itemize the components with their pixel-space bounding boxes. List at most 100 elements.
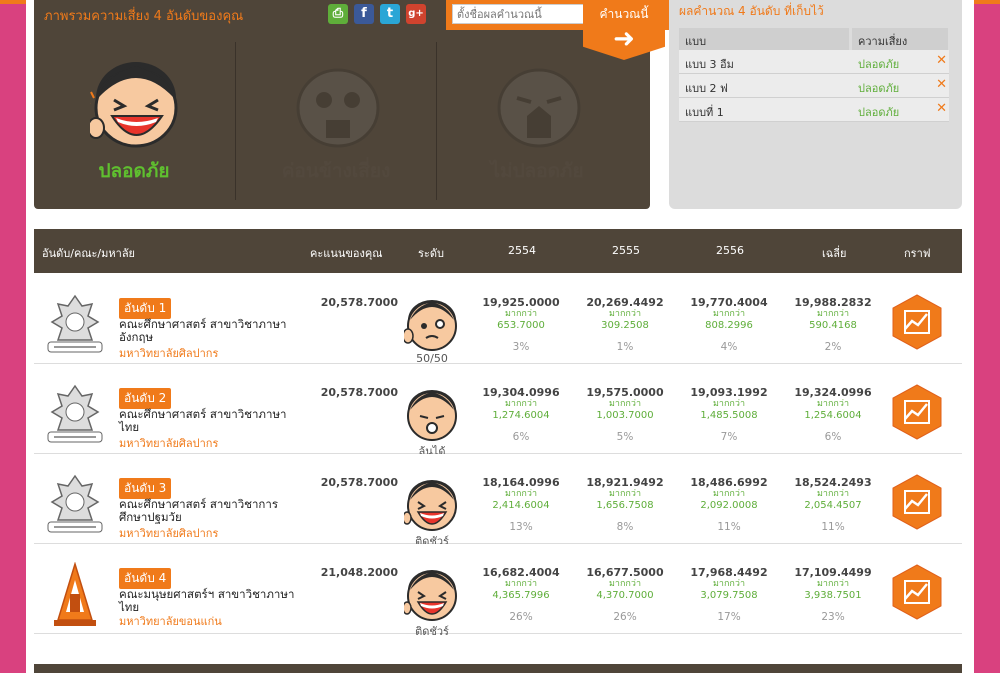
results-table-header: อันดับ/คณะ/มหาลัย คะแนนของคุณ ระดับ 2554… <box>34 229 962 273</box>
more-than-label: มากกว่า <box>817 489 849 499</box>
university-name[interactable]: มหาวิทยาลัยขอนแก่น <box>119 612 222 630</box>
table-row: อันดับ 1 คณะศึกษาศาสตร์ สาขาวิชาภาษาอังก… <box>34 274 962 365</box>
year-2556-cell: 17,968.4492 มากกว่า 3,079.7508 17% <box>684 566 774 623</box>
more-than-label: มากกว่า <box>505 309 537 319</box>
saved-row[interactable]: แบบ 2 ฟ ปลอดภัย ✕ <box>679 74 949 98</box>
graph-button[interactable] <box>891 474 943 530</box>
year-value: 19,093.1992 <box>690 386 768 399</box>
header-average: เฉลี่ย <box>822 247 847 260</box>
user-score: 21,048.2000 <box>320 566 398 579</box>
user-score: 20,578.7000 <box>320 476 398 489</box>
more-than-label: มากกว่า <box>505 579 537 589</box>
print-icon[interactable]: ⎙ <box>328 4 348 24</box>
worried-face-icon <box>296 68 380 148</box>
saved-col-name: แบบ <box>679 28 849 50</box>
crying-face-icon <box>497 68 581 148</box>
graph-button[interactable] <box>891 294 943 350</box>
saved-row-name[interactable]: แบบที่ 1 <box>685 103 724 121</box>
diff-value: 2,414.6004 <box>492 500 550 511</box>
diff-value: 4,365.7996 <box>492 590 550 601</box>
university-name[interactable]: มหาวิทยาลัยศิลปากร <box>119 434 218 452</box>
remove-icon[interactable]: ✕ <box>936 101 947 116</box>
silpakorn-logo-icon <box>47 384 103 443</box>
university-name[interactable]: มหาวิทยาลัยศิลปากร <box>119 344 218 362</box>
university-name[interactable]: มหาวิทยาลัยศิลปากร <box>119 524 218 542</box>
silpakorn-logo-icon <box>47 294 103 353</box>
percent-value: 17% <box>717 611 741 623</box>
table-row: อันดับ 3 คณะศึกษาศาสตร์ สาขาวิชาการศึกษา… <box>34 454 962 548</box>
more-than-label: มากกว่า <box>817 399 849 409</box>
percent-value: 13% <box>509 521 533 533</box>
google-plus-icon[interactable]: g+ <box>406 4 426 24</box>
diff-value: 3,938.7501 <box>804 590 862 601</box>
diff-value: 2,092.0008 <box>700 500 758 511</box>
year-2554-cell: 18,164.0996 มากกว่า 2,414.6004 13% <box>476 476 566 533</box>
percent-value: 7% <box>720 431 738 443</box>
saved-row-name[interactable]: แบบ 3 อืม <box>685 55 734 73</box>
twitter-icon[interactable]: t <box>380 4 400 24</box>
year-value: 18,921.9492 <box>586 476 664 489</box>
risk-label-moderate: ค่อนข้างเสี่ยง <box>281 160 391 182</box>
year-value: 19,324.0996 <box>794 386 872 399</box>
diff-value: 808.2996 <box>705 320 753 331</box>
saved-row[interactable]: แบบที่ 1 ปลอดภัย ✕ <box>679 98 949 122</box>
saved-results-panel: ผลคำนวณ 4 อันดับ ที่เก็บไว้ แบบ ความเสี่… <box>669 0 962 209</box>
hopeful-face-icon <box>407 390 457 441</box>
remove-icon[interactable]: ✕ <box>936 77 947 92</box>
year-value: 19,925.0000 <box>482 296 560 309</box>
risk-overview-panel: ภาพรวมความเสี่ยง 4 อันดับของคุณ ⎙ f t g+… <box>34 0 682 209</box>
saved-row-risk: ปลอดภัย <box>858 58 900 71</box>
diff-value: 2,054.4507 <box>804 500 862 511</box>
saved-row-name[interactable]: แบบ 2 ฟ <box>685 79 728 97</box>
graph-button[interactable] <box>891 384 943 440</box>
faculty-name[interactable]: คณะศึกษาศาสตร์ สาขาวิชาภาษาอังกฤษ <box>119 318 305 344</box>
percent-value: 26% <box>509 611 533 623</box>
table-row: อันดับ 4 คณะมนุษยศาสตร์ฯ สาขาวิชาภาษาไทย… <box>34 544 962 638</box>
risk-level-safe: ปลอดภัย <box>34 42 234 200</box>
header-rank: อันดับ/คณะ/มหาลัย <box>42 247 136 260</box>
percent-value: 1% <box>616 341 634 353</box>
diff-value: 4,370.7000 <box>596 590 654 601</box>
more-than-label: มากกว่า <box>505 399 537 409</box>
year-value: 16,682.4004 <box>482 566 560 579</box>
average-cell: 17,109.4499 มากกว่า 3,938.7501 23% <box>788 566 878 623</box>
year-2556-cell: 18,486.6992 มากกว่า 2,092.0008 11% <box>684 476 774 533</box>
saved-col-risk: ความเสี่ยง <box>852 28 948 50</box>
percent-value: 26% <box>613 611 637 623</box>
graph-button[interactable] <box>891 564 943 620</box>
percent-value: 3% <box>512 341 530 353</box>
silpakorn-logo-icon <box>47 474 103 533</box>
risk-label-safe: ปลอดภัย <box>98 160 170 182</box>
year-value: 19,770.4004 <box>690 296 768 309</box>
header-level: ระดับ <box>418 247 444 260</box>
risk-level-unsafe: ไม่ปลอดภัย <box>436 42 636 200</box>
faculty-name[interactable]: คณะศึกษาศาสตร์ สาขาวิชาภาษาไทย <box>119 408 305 434</box>
user-score: 20,578.7000 <box>320 386 398 399</box>
more-than-label: มากกว่า <box>817 309 849 319</box>
faculty-name[interactable]: คณะมนุษยศาสตร์ฯ สาขาวิชาภาษาไทย <box>119 588 305 614</box>
percent-value: 5% <box>616 431 634 443</box>
diff-value: 1,274.6004 <box>492 410 550 421</box>
result-name-input[interactable] <box>452 4 588 24</box>
level-label: ติดชัวร์ <box>415 625 449 638</box>
rank-badge: อันดับ 4 <box>119 568 172 589</box>
saved-row[interactable]: แบบ 3 อืม ปลอดภัย ✕ <box>679 50 949 74</box>
facebook-icon[interactable]: f <box>354 4 374 24</box>
year-2554-cell: 16,682.4004 มากกว่า 4,365.7996 26% <box>476 566 566 623</box>
header-2555: 2555 <box>612 244 640 257</box>
percent-value: 4% <box>720 341 738 353</box>
risk-level-moderate: ค่อนข้างเสี่ยง <box>235 42 435 200</box>
year-2555-cell: 19,575.0000 มากกว่า 1,003.7000 5% <box>580 386 670 443</box>
diff-value: 1,254.6004 <box>804 410 862 421</box>
more-than-label: มากกว่า <box>609 579 641 589</box>
faculty-name[interactable]: คณะศึกษาศาสตร์ สาขาวิชาการศึกษาปฐมวัย <box>119 498 305 524</box>
more-than-label: มากกว่า <box>609 489 641 499</box>
khonkaen-logo-icon <box>54 562 96 626</box>
risk-overview-title: ภาพรวมความเสี่ยง 4 อันดับของคุณ <box>44 9 244 24</box>
average-cell: 19,324.0996 มากกว่า 1,254.6004 6% <box>788 386 878 443</box>
diff-value: 309.2508 <box>601 320 649 331</box>
remove-icon[interactable]: ✕ <box>936 53 947 68</box>
diff-value: 1,003.7000 <box>596 410 654 421</box>
calculate-label: คำนวณนี้ <box>599 7 649 21</box>
year-value: 17,109.4499 <box>794 566 872 579</box>
